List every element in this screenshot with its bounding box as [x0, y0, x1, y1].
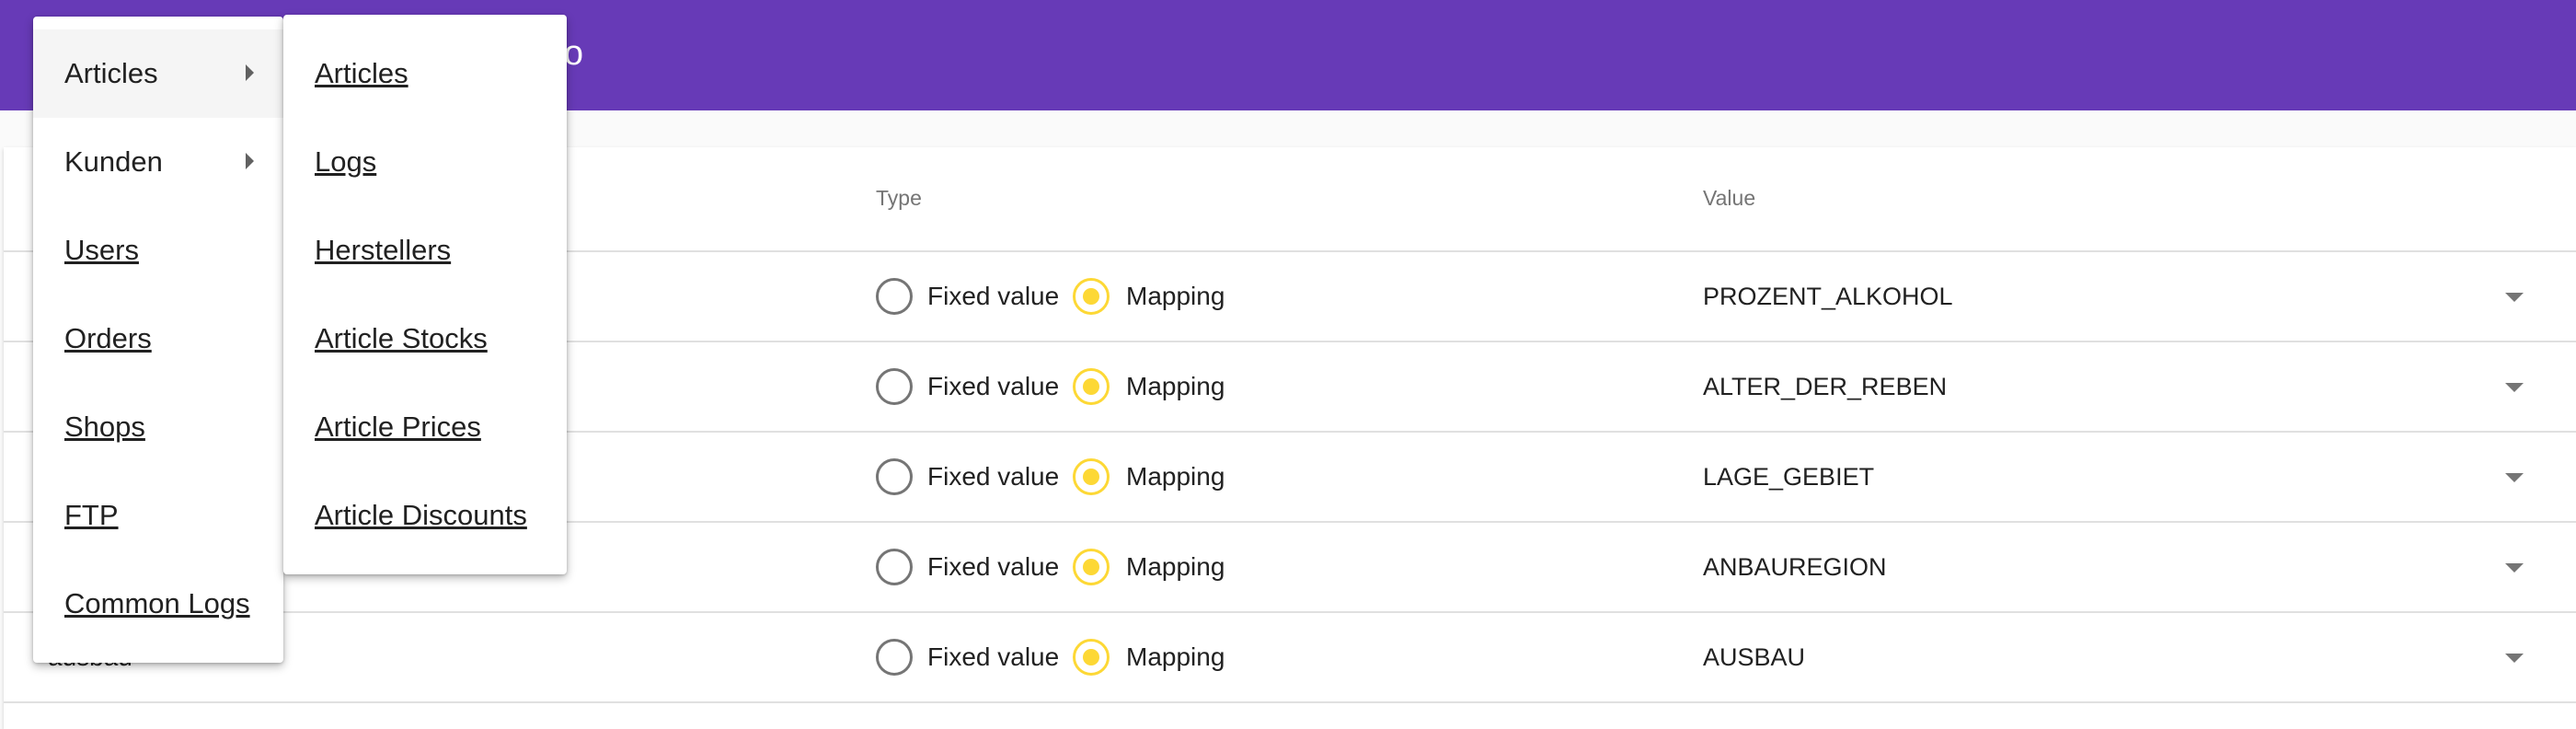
menu-item-label: Articles — [64, 57, 158, 89]
menu-item-shops[interactable]: Shops — [33, 383, 283, 471]
value-select[interactable]: PROZENT_ALKOHOL — [1703, 252, 1953, 341]
submenu-item-logs[interactable]: Logs — [283, 118, 567, 206]
orders-link[interactable]: Orders — [64, 322, 152, 354]
fixed-value-label[interactable]: Fixed value — [927, 523, 1059, 611]
fixed-value-radio[interactable] — [876, 549, 913, 585]
submenu-item-article-stocks[interactable]: Article Stocks — [283, 295, 567, 383]
fixed-value-label[interactable]: Fixed value — [927, 433, 1059, 521]
mapping-radio[interactable] — [1073, 458, 1110, 495]
herstellers-link[interactable]: Herstellers — [315, 234, 451, 266]
mapping-label[interactable]: Mapping — [1126, 523, 1225, 611]
fixed-value-radio[interactable] — [876, 368, 913, 405]
radio-dot-icon — [1083, 469, 1099, 485]
fixed-value-radio[interactable] — [876, 278, 913, 315]
type-column-header: Type — [876, 186, 922, 210]
dropdown-arrow-icon[interactable] — [2505, 293, 2524, 302]
chevron-right-icon — [246, 64, 254, 81]
logs-link[interactable]: Logs — [315, 145, 376, 178]
menu-item-users[interactable]: Users — [33, 206, 283, 295]
common-logs-link[interactable]: Common Logs — [64, 587, 250, 619]
menu-item-label: Kunden — [64, 145, 163, 178]
fixed-value-radio[interactable] — [876, 458, 913, 495]
ftp-link[interactable]: FTP — [64, 499, 119, 531]
article-prices-link[interactable]: Article Prices — [315, 411, 481, 443]
mapping-radio[interactable] — [1073, 549, 1110, 585]
menu-item-articles[interactable]: Articles — [33, 29, 283, 118]
table-row: ausbau Fixed value Mapping AUSBAU — [4, 613, 2576, 703]
mapping-radio[interactable] — [1073, 639, 1110, 676]
menu-item-orders[interactable]: Orders — [33, 295, 283, 383]
mapping-label[interactable]: Mapping — [1126, 342, 1225, 431]
menu-item-common-logs[interactable]: Common Logs — [33, 560, 283, 648]
mapping-radio[interactable] — [1073, 278, 1110, 315]
value-select[interactable]: AUSBAU — [1703, 613, 1805, 701]
shops-link[interactable]: Shops — [64, 411, 145, 443]
submenu-item-article-prices[interactable]: Article Prices — [283, 383, 567, 471]
submenu-item-articles[interactable]: Articles — [283, 29, 567, 118]
menu-item-ftp[interactable]: FTP — [33, 471, 283, 560]
article-stocks-link[interactable]: Article Stocks — [315, 322, 488, 354]
main-menu: Articles Kunden Users Orders Shops FTP C… — [33, 17, 283, 663]
radio-dot-icon — [1083, 378, 1099, 395]
fixed-value-radio[interactable] — [876, 639, 913, 676]
dropdown-arrow-icon[interactable] — [2505, 383, 2524, 392]
fixed-value-label[interactable]: Fixed value — [927, 613, 1059, 701]
dropdown-arrow-icon[interactable] — [2505, 654, 2524, 663]
fixed-value-label[interactable]: Fixed value — [927, 342, 1059, 431]
radio-dot-icon — [1083, 559, 1099, 575]
mapping-label[interactable]: Mapping — [1126, 433, 1225, 521]
radio-dot-icon — [1083, 649, 1099, 665]
radio-dot-icon — [1083, 288, 1099, 305]
value-select[interactable]: ANBAUREGION — [1703, 523, 1887, 611]
mapping-label[interactable]: Mapping — [1126, 252, 1225, 341]
menu-item-kunden[interactable]: Kunden — [33, 118, 283, 206]
mapping-label[interactable]: Mapping — [1126, 613, 1225, 701]
value-column-header: Value — [1703, 186, 1756, 210]
value-select[interactable]: ALTER_DER_REBEN — [1703, 342, 1947, 431]
value-select[interactable]: LAGE_GEBIET — [1703, 433, 1874, 521]
chevron-right-icon — [246, 153, 254, 169]
submenu-item-herstellers[interactable]: Herstellers — [283, 206, 567, 295]
article-discounts-link[interactable]: Article Discounts — [315, 499, 527, 531]
dropdown-arrow-icon[interactable] — [2505, 563, 2524, 573]
fixed-value-label[interactable]: Fixed value — [927, 252, 1059, 341]
dropdown-arrow-icon[interactable] — [2505, 473, 2524, 482]
users-link[interactable]: Users — [64, 234, 139, 266]
articles-link[interactable]: Articles — [315, 57, 408, 89]
mapping-radio[interactable] — [1073, 368, 1110, 405]
articles-submenu: Articles Logs Herstellers Article Stocks… — [283, 15, 567, 574]
submenu-item-article-discounts[interactable]: Article Discounts — [283, 471, 567, 560]
